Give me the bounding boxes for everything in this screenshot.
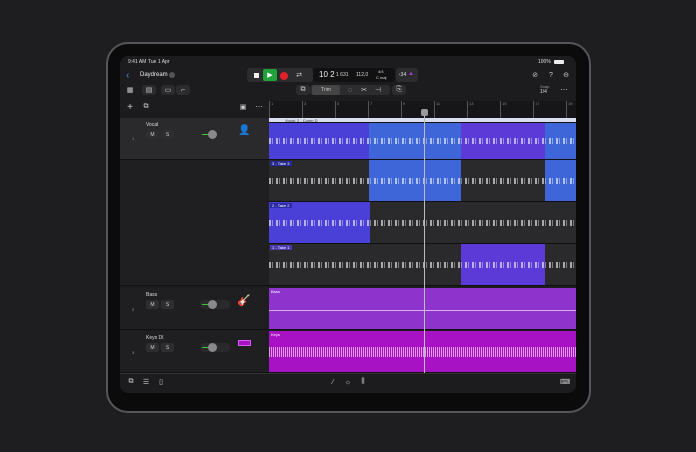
ruler-bar: 11 (434, 101, 440, 118)
count-in[interactable]: ‹34 (399, 72, 406, 78)
browser-icon[interactable]: ⧉ (126, 377, 136, 387)
ruler-bar: 3 (302, 101, 306, 118)
inspector-icon[interactable]: ▯ (156, 377, 166, 387)
take-label: 1 - Take 1 (270, 245, 292, 250)
track-name: Bass (146, 292, 158, 298)
take-lane-2[interactable]: 2 - Take 2 (269, 202, 576, 244)
keys-region[interactable]: Keys (269, 331, 576, 373)
take-label: 3 - Take 3 (270, 161, 292, 166)
region-label: Bass (271, 289, 280, 294)
playhead-handle[interactable] (421, 109, 428, 116)
help-icon[interactable]: ? (546, 70, 556, 80)
ruler-bar: 13 (467, 101, 473, 118)
settings-icon[interactable]: ⊘ (530, 70, 540, 80)
tempo: 112,0 (356, 72, 369, 78)
ruler-bar: 19 (566, 101, 572, 118)
back-chevron-icon[interactable]: ‹ (126, 70, 129, 81)
status-time: 9:41 AM (128, 59, 147, 65)
split-tool-icon[interactable]: ⊣ (372, 85, 384, 95)
mute-button[interactable]: M (146, 130, 159, 139)
loop-tool-icon[interactable]: ◌ (344, 85, 356, 95)
more-icon[interactable]: ⊖ (561, 70, 571, 80)
playhead[interactable] (424, 109, 425, 373)
mute-button[interactable]: M (146, 300, 159, 309)
smart-controls-icon[interactable]: ☼ (343, 377, 353, 387)
key-signature: C maj (376, 75, 387, 80)
track-number: 3 (132, 350, 135, 355)
duplicate-track-icon[interactable]: ⧉ (141, 102, 151, 112)
ruler-bar: 15 (500, 101, 506, 118)
scissors-icon[interactable]: ✂ (358, 85, 370, 95)
eq-icon[interactable]: ⫼ (358, 377, 368, 387)
bass-guitar-icon: 🎸 (237, 295, 251, 307)
position-ticks: 1 631 (336, 72, 349, 78)
toolbar-more-icon[interactable]: ⋯ (558, 85, 570, 95)
take-lane-3[interactable]: 3 - Take 3 (269, 160, 576, 202)
metronome-icon[interactable]: ▲ (408, 71, 414, 77)
track-number: 2 (132, 307, 135, 312)
comp-lane[interactable] (269, 123, 576, 160)
record-button[interactable] (280, 72, 288, 80)
grid-view-icon[interactable]: ▦ (123, 85, 137, 95)
take-lane-1[interactable]: 1 - Take 1 (269, 244, 576, 286)
project-menu-icon[interactable] (169, 72, 175, 78)
time-signature: 4/4 (378, 69, 384, 74)
track-number: 1 (132, 136, 135, 141)
volume-slider[interactable] (200, 130, 230, 139)
snap-value[interactable]: 1/4 (540, 89, 547, 95)
waveform (269, 310, 576, 311)
track-header-vocal[interactable]: 1 Vocal M S 👤 (120, 118, 269, 160)
play-button[interactable]: ▶ (263, 69, 277, 81)
solo-button[interactable]: S (161, 300, 174, 309)
logic-pro-screen: 9:41 AM Tue 1 Apr 100% ‹ Daydream ▶ ⇄ 10… (120, 56, 576, 393)
position-bars: 10 2 (319, 70, 335, 79)
piano-keyboard-icon[interactable]: ⌨ (560, 377, 570, 387)
project-title[interactable]: Daydream (140, 72, 168, 78)
battery-level: 100% (538, 59, 551, 65)
battery-icon (554, 60, 564, 64)
tracks-view-icon[interactable]: ▤ (142, 85, 156, 95)
ruler-bar: 7 (368, 101, 372, 118)
stop-button[interactable] (251, 69, 261, 81)
ruler-bar: 9 (401, 101, 405, 118)
track-name: Vocal (146, 122, 159, 128)
copy-icon[interactable]: ⧉ (296, 85, 310, 95)
track-header-keys[interactable]: 3 Keys DI M S (120, 331, 269, 373)
ruler-bar: 5 (335, 101, 339, 118)
bass-region[interactable]: Bass (269, 288, 576, 330)
waveform (269, 261, 576, 268)
volume-slider[interactable] (200, 343, 230, 352)
automation-icon[interactable]: ⌐ (176, 85, 190, 95)
solo-button[interactable]: S (161, 343, 174, 352)
cycle-icon[interactable]: ⇄ (293, 69, 305, 81)
ruler-bar: 17 (533, 101, 539, 118)
paste-icon[interactable]: ⎘ (392, 85, 406, 95)
track-header-bass[interactable]: 2 Bass M S 🎸 (120, 288, 269, 330)
take-label: 2 - Take 2 (270, 203, 292, 208)
keyboard-icon (238, 340, 251, 346)
track-view-icon[interactable]: ▣ (238, 102, 248, 112)
waveform (269, 177, 576, 184)
volume-slider[interactable] (200, 300, 230, 309)
status-date: Tue 1 Apr (148, 59, 170, 65)
window-icon[interactable]: ▭ (161, 85, 175, 95)
trim-tool[interactable]: Trim (312, 85, 340, 95)
waveform (269, 219, 576, 226)
mute-button[interactable]: M (146, 343, 159, 352)
waveform (269, 346, 576, 357)
track-name: Keys DI (146, 335, 164, 341)
solo-button[interactable]: S (161, 130, 174, 139)
region-label: Keys (271, 332, 280, 337)
waveform (269, 138, 576, 144)
pencil-icon[interactable]: ⁄ (328, 377, 338, 387)
track-more-icon[interactable]: ⋯ (254, 102, 264, 112)
add-track-icon[interactable]: + (125, 102, 135, 113)
ruler-bar: 1 (269, 101, 273, 118)
take-lanes-header (120, 160, 269, 286)
mixer-icon[interactable]: ☰ (141, 377, 151, 387)
vocal-icon: 👤 (238, 125, 251, 136)
